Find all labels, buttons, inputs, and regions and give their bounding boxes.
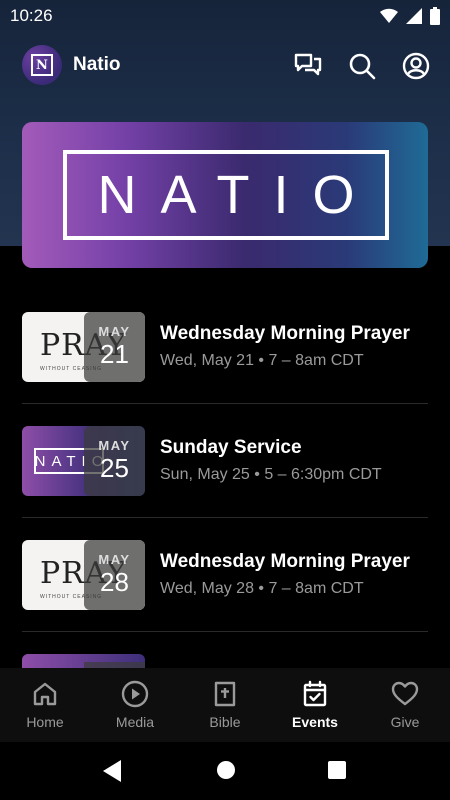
nav-bible[interactable]: Bible xyxy=(180,668,270,742)
date-day: 28 xyxy=(100,567,129,597)
bottom-nav: Home Media Bible Events Give xyxy=(0,668,450,742)
event-item[interactable]: NATIO MAY 25 Sunday Service Sun, May 25 … xyxy=(22,404,428,518)
nav-label: Bible xyxy=(209,714,241,730)
app-bar: N Natio xyxy=(0,40,450,92)
event-datetime: Wed, May 21 • 7 – 8am CDT xyxy=(160,352,364,369)
nav-label: Home xyxy=(26,714,64,730)
date-badge: MAY 25 xyxy=(84,426,145,496)
nav-home[interactable]: Home xyxy=(0,668,90,742)
nav-label: Give xyxy=(390,714,420,730)
event-thumbnail: NATIO MAY 25 xyxy=(22,426,145,496)
app-actions xyxy=(292,50,432,82)
event-title: Sunday Service xyxy=(160,437,302,458)
nav-label: Media xyxy=(115,714,155,730)
app-title: Natio xyxy=(73,54,121,75)
play-circle-icon xyxy=(121,680,149,708)
events-list: PRAY WITHOUT CEASING MAY 21 Wednesday Mo… xyxy=(22,290,428,632)
battery-icon xyxy=(430,7,440,25)
calendar-check-icon xyxy=(301,680,329,708)
status-time: 10:26 xyxy=(10,6,53,25)
date-day: 21 xyxy=(100,339,129,369)
system-nav-bar xyxy=(0,742,450,800)
hero-banner[interactable]: NATIO xyxy=(22,122,428,268)
date-day: 25 xyxy=(100,453,129,483)
event-title: Wednesday Morning Prayer xyxy=(160,551,410,572)
status-icons xyxy=(380,6,440,26)
nav-label: Events xyxy=(292,714,338,730)
signal-icon xyxy=(406,8,422,24)
home-icon xyxy=(31,680,59,708)
date-badge: MAY 28 xyxy=(84,540,145,610)
event-thumbnail: PRAY WITHOUT CEASING MAY 21 xyxy=(22,312,145,382)
search-icon[interactable] xyxy=(346,50,378,82)
nav-give[interactable]: Give xyxy=(360,668,450,742)
event-thumbnail: PRAY WITHOUT CEASING MAY 28 xyxy=(22,540,145,610)
event-title: Wednesday Morning Prayer xyxy=(160,323,410,344)
wifi-icon xyxy=(380,8,398,23)
event-item[interactable]: PRAY WITHOUT CEASING MAY 21 Wednesday Mo… xyxy=(22,290,428,404)
banner-frame: NATIO xyxy=(63,150,389,240)
nav-events[interactable]: Events xyxy=(270,668,360,742)
heart-icon xyxy=(391,680,419,708)
event-item[interactable]: PRAY WITHOUT CEASING MAY 28 Wednesday Mo… xyxy=(22,518,428,632)
nav-media[interactable]: Media xyxy=(90,668,180,742)
event-datetime: Sun, May 25 • 5 – 6:30pm CDT xyxy=(160,466,382,483)
logo-letter: N xyxy=(31,54,53,76)
chat-icon[interactable] xyxy=(292,50,324,82)
status-bar: 10:26 xyxy=(0,0,450,32)
home-circle-icon[interactable] xyxy=(216,760,236,780)
date-month: MAY xyxy=(98,438,131,453)
date-month: MAY xyxy=(98,324,131,339)
date-badge: MAY 21 xyxy=(84,312,145,382)
date-month: MAY xyxy=(98,552,131,567)
recents-icon[interactable] xyxy=(327,760,347,780)
banner-logo-text: NATIO xyxy=(97,165,379,225)
app-logo[interactable]: N xyxy=(22,45,62,85)
account-icon[interactable] xyxy=(400,50,432,82)
event-datetime: Wed, May 28 • 7 – 8am CDT xyxy=(160,580,364,597)
back-icon[interactable] xyxy=(103,760,121,782)
bible-icon xyxy=(211,680,239,708)
